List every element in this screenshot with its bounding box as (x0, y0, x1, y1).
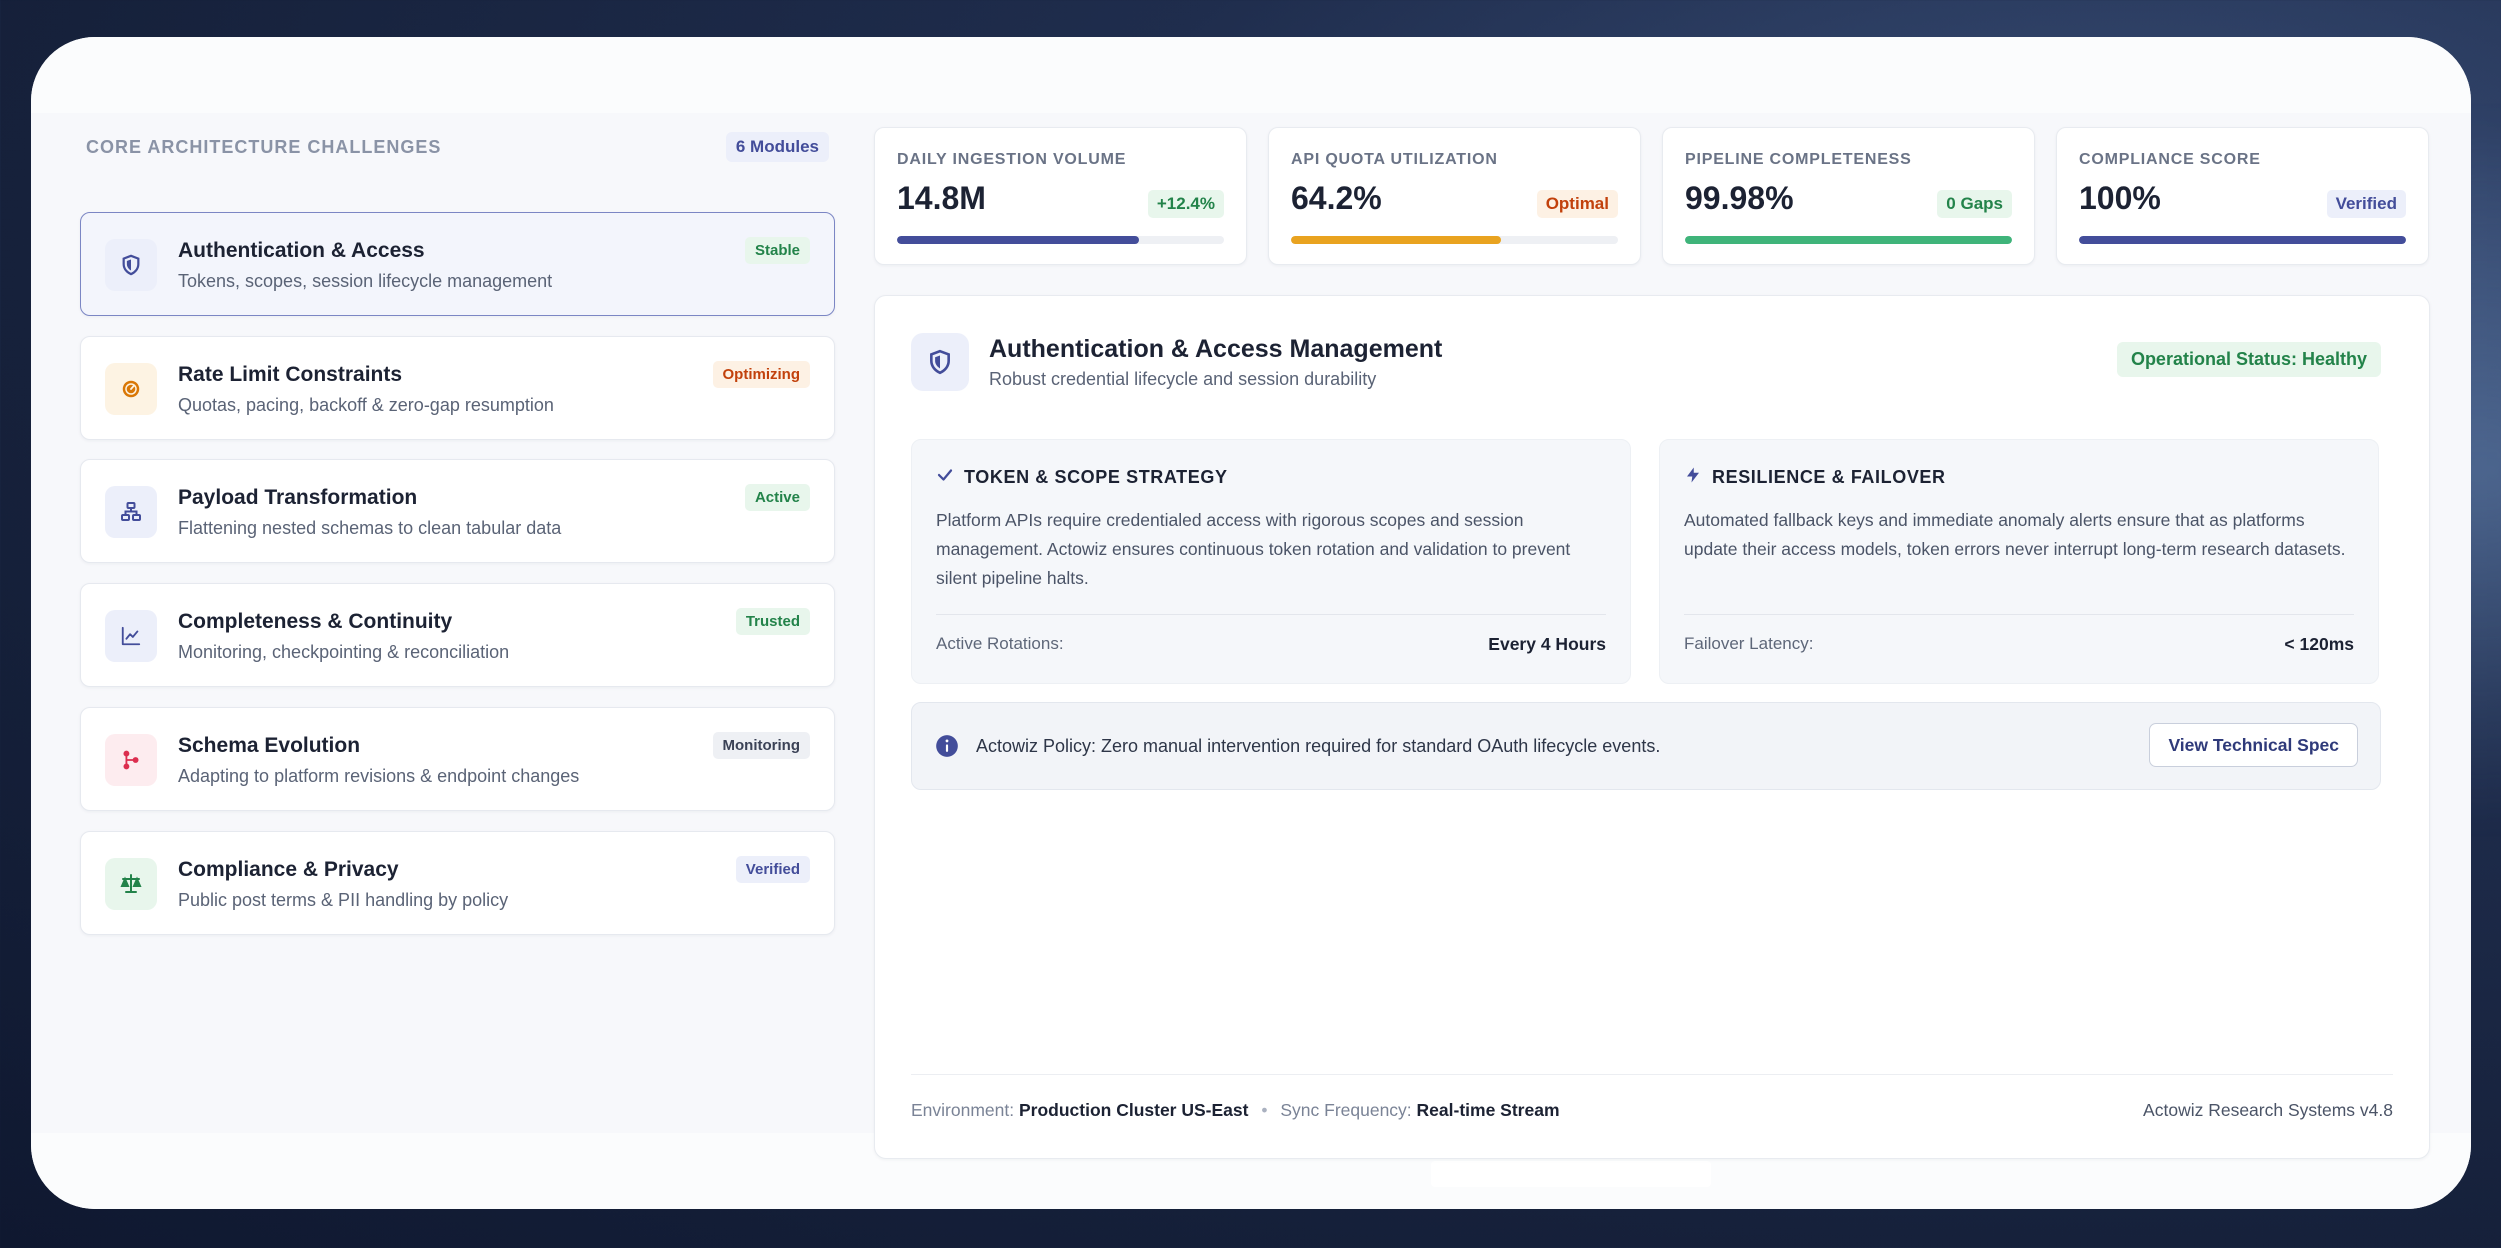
environment-value: Production Cluster US-East (1018, 1100, 1249, 1120)
section-title: CORE ARCHITECTURE CHALLENGES (86, 136, 442, 157)
scale-icon (105, 858, 157, 910)
environment-footer: Environment: Production Cluster US-East … (911, 1100, 1560, 1121)
shield-icon (911, 333, 969, 391)
status-badge: Optimizing (712, 361, 810, 388)
panel-body: Automated fallback keys and immediate an… (1684, 510, 2346, 559)
panel-heading: RESILIENCE & FAILOVER (1684, 466, 1946, 489)
metric-progress-fill (1685, 236, 2012, 244)
scroll-hint (1431, 1161, 1711, 1187)
git-branch-icon (105, 734, 157, 786)
shield-icon (105, 239, 157, 291)
panel-heading-text: TOKEN & SCOPE STRATEGY (964, 467, 1228, 487)
challenge-subtitle: Tokens, scopes, session lifecycle manage… (178, 271, 553, 291)
panel-row-label: Failover Latency: (1684, 634, 1814, 653)
challenge-title: Payload Transformation (178, 486, 418, 509)
metric-progress-fill (897, 236, 1139, 244)
metric-badge: Verified (2326, 190, 2406, 218)
metric-badge: +12.4% (1147, 190, 1224, 218)
metric-progress-fill (1291, 236, 1501, 244)
metric-label: API QUOTA UTILIZATION (1291, 151, 1498, 168)
trend-chart-icon (105, 610, 157, 662)
view-technical-spec-button[interactable]: View Technical Spec (2149, 723, 2358, 767)
challenge-title: Authentication & Access (178, 239, 425, 262)
gauge-icon (105, 363, 157, 415)
top-band (31, 37, 2471, 113)
metric-badge: Optimal (1536, 190, 1618, 218)
challenge-subtitle: Adapting to platform revisions & endpoin… (178, 766, 580, 786)
status-badge: Trusted (735, 608, 810, 635)
info-icon (934, 733, 960, 759)
resilience-panel: RESILIENCE & FAILOVER Automated fallback… (1659, 439, 2379, 684)
metric-card-completeness: PIPELINE COMPLETENESS 99.98% 0 Gaps (1662, 127, 2035, 265)
challenge-subtitle: Quotas, pacing, backoff & zero-gap resum… (178, 395, 554, 415)
dashboard-frame: CORE ARCHITECTURE CHALLENGES 6 Modules A… (31, 37, 2471, 1209)
version-label: Actowiz Research Systems v4.8 (2143, 1100, 2393, 1120)
metric-label: PIPELINE COMPLETENESS (1685, 151, 1912, 168)
bolt-icon (1684, 466, 1702, 489)
panel-heading: TOKEN & SCOPE STRATEGY (936, 466, 1228, 489)
panel-divider (936, 614, 1606, 615)
metric-label: COMPLIANCE SCORE (2079, 151, 2261, 168)
metric-value: 64.2% (1291, 180, 1382, 216)
challenge-title: Schema Evolution (178, 734, 361, 757)
challenges-sidebar: CORE ARCHITECTURE CHALLENGES 6 Modules A… (80, 127, 835, 935)
metric-value: 99.98% (1685, 180, 1794, 216)
metric-card-compliance: COMPLIANCE SCORE 100% Verified (2056, 127, 2429, 265)
panel-row-value: Every 4 Hours (1488, 634, 1606, 654)
hierarchy-icon (105, 486, 157, 538)
challenge-subtitle: Public post terms & PII handling by poli… (178, 890, 509, 910)
policy-banner: Actowiz Policy: Zero manual intervention… (911, 702, 2381, 790)
metric-badge: 0 Gaps (1937, 190, 2012, 218)
environment-label: Environment: (911, 1100, 1015, 1120)
status-badge: Stable (744, 237, 810, 264)
detail-title: Authentication & Access Management (989, 335, 1443, 363)
challenge-title: Completeness & Continuity (178, 610, 453, 633)
metric-card-quota: API QUOTA UTILIZATION 64.2% Optimal (1268, 127, 1641, 265)
challenge-item-authentication[interactable]: Authentication & Access Tokens, scopes, … (80, 212, 835, 316)
panel-row-label: Active Rotations: (936, 634, 1064, 653)
metric-value: 14.8M (897, 180, 986, 216)
panel-row-value: < 120ms (2284, 634, 2354, 654)
challenge-subtitle: Flattening nested schemas to clean tabul… (178, 518, 562, 538)
metric-card-ingestion: DAILY INGESTION VOLUME 14.8M +12.4% (874, 127, 1247, 265)
detail-panel: Authentication & Access Management Robus… (874, 295, 2430, 1159)
metric-progress-track (1685, 236, 2012, 244)
modules-count-badge: 6 Modules (725, 132, 829, 162)
metric-progress-track (1291, 236, 1618, 244)
panel-divider (1684, 614, 2354, 615)
status-badge: Active (744, 484, 810, 511)
footer-divider (911, 1074, 2393, 1075)
metric-progress-fill (2079, 236, 2406, 244)
challenge-item-schema[interactable]: Schema Evolution Adapting to platform re… (80, 707, 835, 811)
challenge-item-compliance[interactable]: Compliance & Privacy Public post terms &… (80, 831, 835, 935)
sync-value: Real-time Stream (1416, 1100, 1560, 1120)
metric-label: DAILY INGESTION VOLUME (897, 151, 1127, 168)
panel-body: Platform APIs require credentialed acces… (936, 510, 1571, 588)
separator-dot: • (1261, 1100, 1268, 1120)
detail-subtitle: Robust credential lifecycle and session … (989, 369, 1377, 389)
metric-progress-track (897, 236, 1224, 244)
status-badge: Monitoring (712, 732, 810, 759)
metric-progress-track (2079, 236, 2406, 244)
challenge-item-payload[interactable]: Payload Transformation Flattening nested… (80, 459, 835, 563)
metric-value: 100% (2079, 180, 2161, 216)
operational-status-badge: Operational Status: Healthy (2116, 342, 2381, 377)
panel-heading-text: RESILIENCE & FAILOVER (1712, 467, 1946, 487)
check-icon (936, 466, 954, 489)
challenge-title: Compliance & Privacy (178, 858, 399, 881)
challenge-item-rate-limit[interactable]: Rate Limit Constraints Quotas, pacing, b… (80, 336, 835, 440)
policy-text: Actowiz Policy: Zero manual intervention… (976, 736, 1661, 756)
token-strategy-panel: TOKEN & SCOPE STRATEGY Platform APIs req… (911, 439, 1631, 684)
status-badge: Verified (735, 856, 810, 883)
challenge-subtitle: Monitoring, checkpointing & reconciliati… (178, 642, 510, 662)
sync-label: Sync Frequency: (1280, 1100, 1412, 1120)
sidebar-header: CORE ARCHITECTURE CHALLENGES 6 Modules (80, 127, 835, 167)
challenge-item-completeness[interactable]: Completeness & Continuity Monitoring, ch… (80, 583, 835, 687)
challenge-title: Rate Limit Constraints (178, 363, 403, 386)
